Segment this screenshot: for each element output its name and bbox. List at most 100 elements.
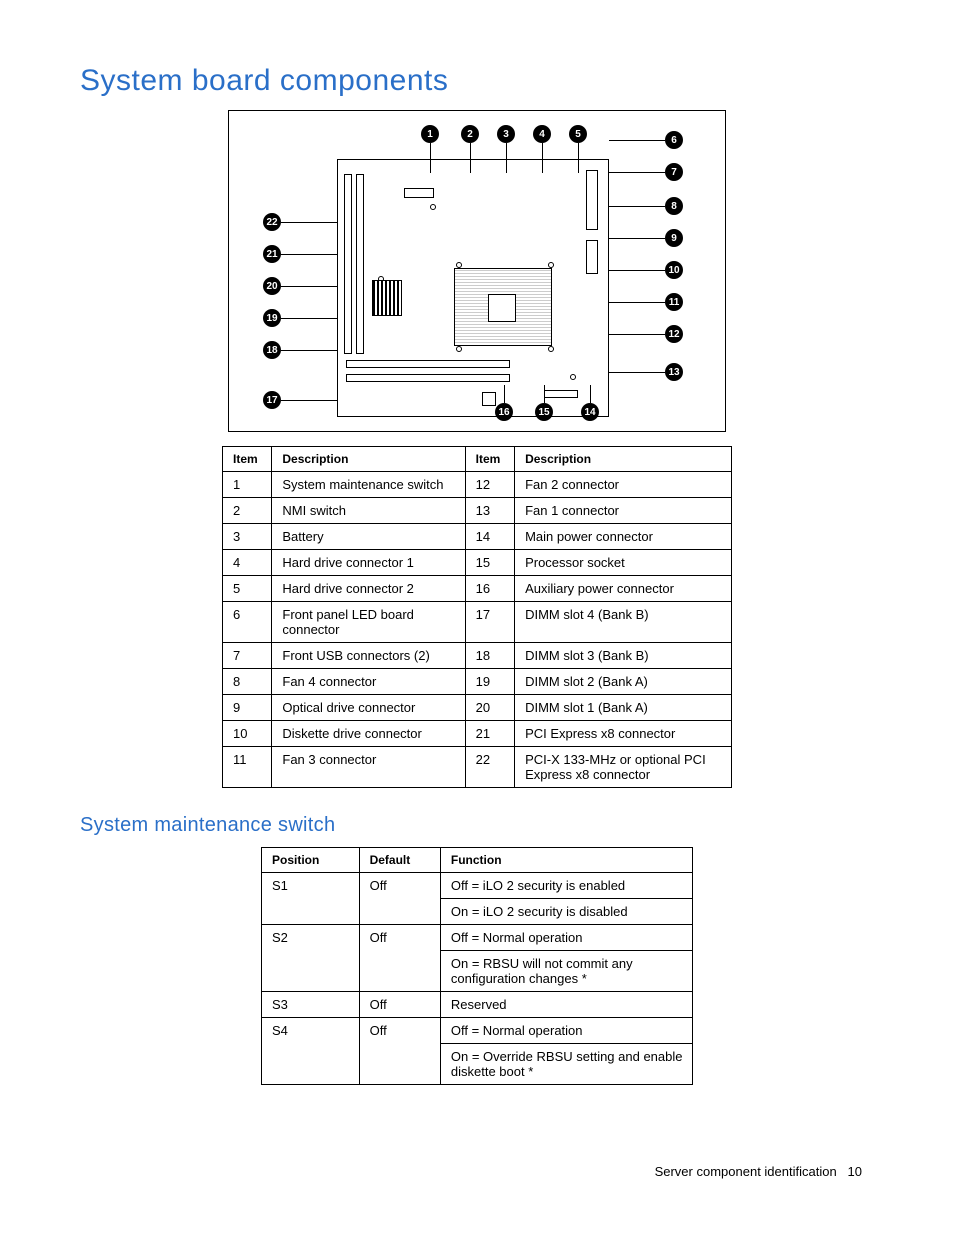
cell-description: Processor socket [515, 550, 732, 576]
callout-9: 9 [665, 229, 683, 247]
cell-description: Auxiliary power connector [515, 576, 732, 602]
cell-description: Fan 2 connector [515, 472, 732, 498]
col-default: Default [359, 848, 440, 873]
board-diagram: 12345678910111213222120191817161514 [228, 110, 726, 432]
callout-6: 6 [665, 131, 683, 149]
callout-3: 3 [497, 125, 515, 143]
cell-item: 13 [465, 498, 514, 524]
callout-20: 20 [263, 277, 281, 295]
cell-function: Off = Normal operation [440, 925, 692, 951]
table-row: 1System maintenance switch12Fan 2 connec… [223, 472, 732, 498]
cell-description: System maintenance switch [272, 472, 465, 498]
cell-description: DIMM slot 3 (Bank B) [515, 643, 732, 669]
table-row: 9Optical drive connector20DIMM slot 1 (B… [223, 695, 732, 721]
callout-18: 18 [263, 341, 281, 359]
cell-function: Off = iLO 2 security is enabled [440, 873, 692, 899]
callout-19: 19 [263, 309, 281, 327]
col-function: Function [440, 848, 692, 873]
cell-item: 14 [465, 524, 514, 550]
cell-function: On = RBSU will not commit any configurat… [440, 951, 692, 992]
footer-page-number: 10 [848, 1164, 862, 1179]
cell-description: DIMM slot 1 (Bank A) [515, 695, 732, 721]
board-diagram-wrap: 12345678910111213222120191817161514 [80, 110, 874, 432]
cell-description: Battery [272, 524, 465, 550]
callout-2: 2 [461, 125, 479, 143]
cell-item: 19 [465, 669, 514, 695]
table-row: 4Hard drive connector 115Processor socke… [223, 550, 732, 576]
col-description: Description [515, 447, 732, 472]
callout-4: 4 [533, 125, 551, 143]
components-table: Item Description Item Description 1Syste… [222, 446, 732, 788]
table-row: 6Front panel LED board connector17DIMM s… [223, 602, 732, 643]
table-row: 2NMI switch13Fan 1 connector [223, 498, 732, 524]
callout-16: 16 [495, 403, 513, 421]
switch-table: Position Default Function S1OffOff = iLO… [261, 847, 693, 1085]
table-row: S4OffOff = Normal operation [262, 1018, 693, 1044]
table-row: 3Battery14Main power connector [223, 524, 732, 550]
callout-5: 5 [569, 125, 587, 143]
cell-function: On = Override RBSU setting and enable di… [440, 1044, 692, 1085]
cell-function: On = iLO 2 security is disabled [440, 899, 692, 925]
section-title: System maintenance switch [80, 814, 874, 837]
callout-22: 22 [263, 213, 281, 231]
callout-12: 12 [665, 325, 683, 343]
cell-description: DIMM slot 2 (Bank A) [515, 669, 732, 695]
cell-description: Optical drive connector [272, 695, 465, 721]
table-row: 7Front USB connectors (2)18DIMM slot 3 (… [223, 643, 732, 669]
cell-item: 20 [465, 695, 514, 721]
callout-7: 7 [665, 163, 683, 181]
cell-default: Off [359, 925, 440, 992]
cell-function: Off = Normal operation [440, 1018, 692, 1044]
callout-21: 21 [263, 245, 281, 263]
cell-position: S4 [262, 1018, 360, 1085]
cell-item: 4 [223, 550, 272, 576]
cell-description: Hard drive connector 2 [272, 576, 465, 602]
cell-description: Main power connector [515, 524, 732, 550]
cell-item: 17 [465, 602, 514, 643]
callout-13: 13 [665, 363, 683, 381]
cell-item: 1 [223, 472, 272, 498]
footer-section: Server component identification [655, 1164, 837, 1179]
table-row: 10Diskette drive connector21PCI Express … [223, 721, 732, 747]
table-row: S1OffOff = iLO 2 security is enabled [262, 873, 693, 899]
callout-1: 1 [421, 125, 439, 143]
cell-description: Front panel LED board connector [272, 602, 465, 643]
cell-item: 21 [465, 721, 514, 747]
cell-description: DIMM slot 4 (Bank B) [515, 602, 732, 643]
cell-item: 2 [223, 498, 272, 524]
cell-default: Off [359, 1018, 440, 1085]
cell-item: 3 [223, 524, 272, 550]
cell-description: Diskette drive connector [272, 721, 465, 747]
cell-item: 12 [465, 472, 514, 498]
board-outline [337, 159, 609, 417]
cell-description: PCI Express x8 connector [515, 721, 732, 747]
callout-10: 10 [665, 261, 683, 279]
table-header-row: Item Description Item Description [223, 447, 732, 472]
cell-item: 11 [223, 747, 272, 788]
cell-item: 18 [465, 643, 514, 669]
cell-description: PCI-X 133-MHz or optional PCI Express x8… [515, 747, 732, 788]
cell-position: S1 [262, 873, 360, 925]
cell-default: Off [359, 992, 440, 1018]
cell-position: S2 [262, 925, 360, 992]
table-header-row: Position Default Function [262, 848, 693, 873]
callout-15: 15 [535, 403, 553, 421]
table-row: S3OffReserved [262, 992, 693, 1018]
cell-function: Reserved [440, 992, 692, 1018]
table-row: S2OffOff = Normal operation [262, 925, 693, 951]
cell-description: Front USB connectors (2) [272, 643, 465, 669]
table-row: 8Fan 4 connector19DIMM slot 2 (Bank A) [223, 669, 732, 695]
col-item: Item [465, 447, 514, 472]
cell-item: 22 [465, 747, 514, 788]
cell-position: S3 [262, 992, 360, 1018]
cell-description: NMI switch [272, 498, 465, 524]
col-description: Description [272, 447, 465, 472]
callout-17: 17 [263, 391, 281, 409]
callout-14: 14 [581, 403, 599, 421]
cell-item: 16 [465, 576, 514, 602]
page-title: System board components [80, 64, 874, 98]
cell-item: 15 [465, 550, 514, 576]
cell-item: 7 [223, 643, 272, 669]
callout-11: 11 [665, 293, 683, 311]
table-row: 5Hard drive connector 216Auxiliary power… [223, 576, 732, 602]
